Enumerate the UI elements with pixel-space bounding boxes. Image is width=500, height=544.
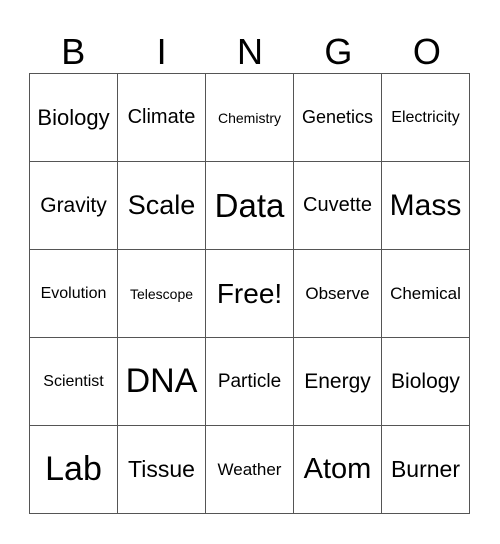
bingo-cell: Energy (293, 337, 382, 426)
bingo-cell: Telescope (117, 249, 206, 338)
bingo-cell: Genetics (293, 73, 382, 162)
bingo-cell: Scale (117, 161, 206, 250)
bingo-cell: Atom (293, 425, 382, 514)
bingo-cell: Chemistry (205, 73, 294, 162)
bingo-cell: Climate (117, 73, 206, 162)
bingo-cell: Electricity (381, 73, 470, 162)
bingo-cell: Tissue (117, 425, 206, 514)
bingo-card: B I N G O Biology Climate Chemistry Gene… (0, 0, 500, 544)
bingo-cell: Chemical (381, 249, 470, 338)
free-space-cell: Free! (205, 249, 294, 338)
bingo-cell: Mass (381, 161, 470, 250)
header-letter: O (412, 31, 441, 72)
bingo-cell: Observe (293, 249, 382, 338)
bingo-cell: Lab (29, 425, 118, 514)
header-letter: I (156, 31, 167, 72)
bingo-cell: Evolution (29, 249, 118, 338)
bingo-cell: Burner (381, 425, 470, 514)
bingo-grid: Biology Climate Chemistry Genetics Elect… (29, 73, 470, 514)
bingo-cell: Cuvette (293, 161, 382, 250)
bingo-cell: Scientist (29, 337, 118, 426)
bingo-cell: Data (205, 161, 294, 250)
header-letter: N (237, 31, 264, 72)
header-letter: G (324, 31, 353, 72)
bingo-header: B I N G O (29, 30, 471, 74)
bingo-cell: Particle (205, 337, 294, 426)
bingo-cell: Gravity (29, 161, 118, 250)
header-letter: B (61, 31, 86, 72)
bingo-cell: DNA (117, 337, 206, 426)
bingo-cell: Weather (205, 425, 294, 514)
bingo-cell: Biology (381, 337, 470, 426)
bingo-cell: Biology (29, 73, 118, 162)
